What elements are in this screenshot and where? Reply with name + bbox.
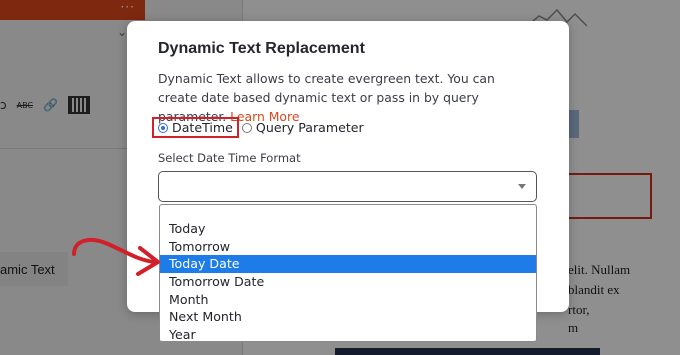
date-format-dropdown: Today Tomorrow Today Date Tomorrow Date … [159,204,537,342]
radio-label: Query Parameter [255,120,364,135]
dropdown-option-today-date[interactable]: Today Date [160,255,536,274]
dropdown-option-tomorrow-date[interactable]: Tomorrow Date [160,273,536,291]
radio-button[interactable] [241,122,252,133]
select-label: Select Date Time Format [158,151,301,165]
modal-title: Dynamic Text Replacement [158,40,365,57]
radio-label: DateTime [172,120,233,135]
date-format-select[interactable] [158,171,537,202]
radio-datetime[interactable]: DateTime [152,117,239,138]
radio-query-parameter[interactable]: Query Parameter [241,120,364,135]
annotation-arrow-icon [72,237,160,276]
radio-button-checked[interactable] [158,122,168,133]
dropdown-option-tomorrow[interactable]: Tomorrow [160,238,536,256]
dropdown-option-month[interactable]: Month [160,291,536,309]
source-radio-group: DateTime Query Parameter [152,117,364,138]
dropdown-option-year[interactable]: Year [160,326,536,341]
dropdown-option-today[interactable]: Today [160,220,536,238]
chevron-down-icon[interactable] [518,184,526,189]
dropdown-option-next-month[interactable]: Next Month [160,308,536,326]
